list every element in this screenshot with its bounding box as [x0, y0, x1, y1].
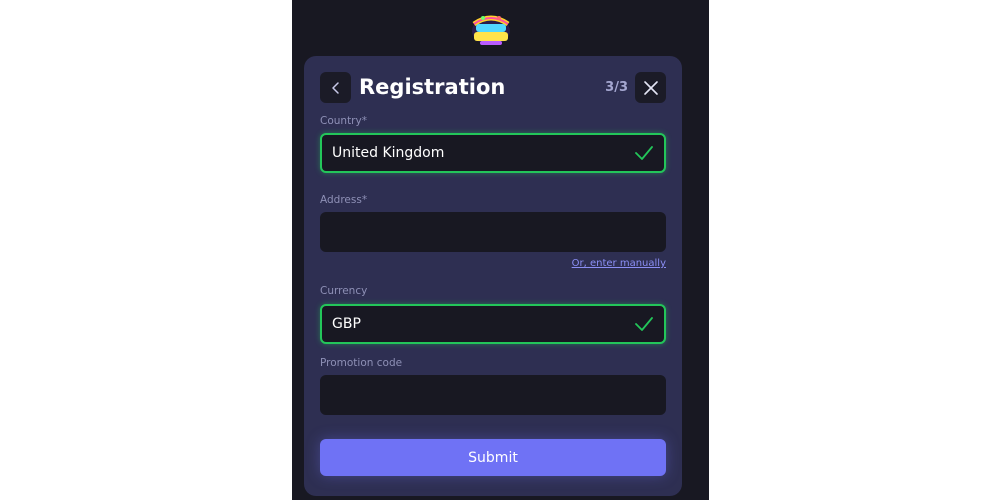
check-icon: [635, 317, 653, 331]
check-icon: [635, 146, 653, 160]
step-indicator: 3/3: [605, 80, 628, 95]
enter-manually-link[interactable]: Or, enter manually: [572, 258, 666, 269]
country-value: United Kingdom: [332, 145, 445, 161]
funky-jackpot-logo: [470, 12, 512, 48]
country-select[interactable]: United Kingdom: [320, 133, 666, 173]
promo-code-input[interactable]: [320, 375, 666, 415]
back-button[interactable]: [320, 72, 351, 103]
registration-modal: Registration 3/3 Country* United Kingdom…: [304, 56, 682, 496]
app-panel: Registration 3/3 Country* United Kingdom…: [292, 0, 709, 500]
country-label: Country*: [320, 115, 367, 127]
address-label: Address*: [320, 194, 368, 206]
promo-label: Promotion code: [320, 357, 403, 369]
currency-value: GBP: [332, 316, 361, 332]
currency-label: Currency: [320, 285, 368, 297]
modal-header: Registration 3/3: [320, 72, 666, 103]
currency-select[interactable]: GBP: [320, 304, 666, 344]
submit-button[interactable]: Submit: [320, 439, 666, 476]
close-icon: [643, 80, 658, 95]
chevron-left-icon: [331, 81, 339, 94]
page-title: Registration: [359, 75, 506, 99]
address-input[interactable]: [320, 212, 666, 252]
close-button[interactable]: [635, 72, 666, 103]
